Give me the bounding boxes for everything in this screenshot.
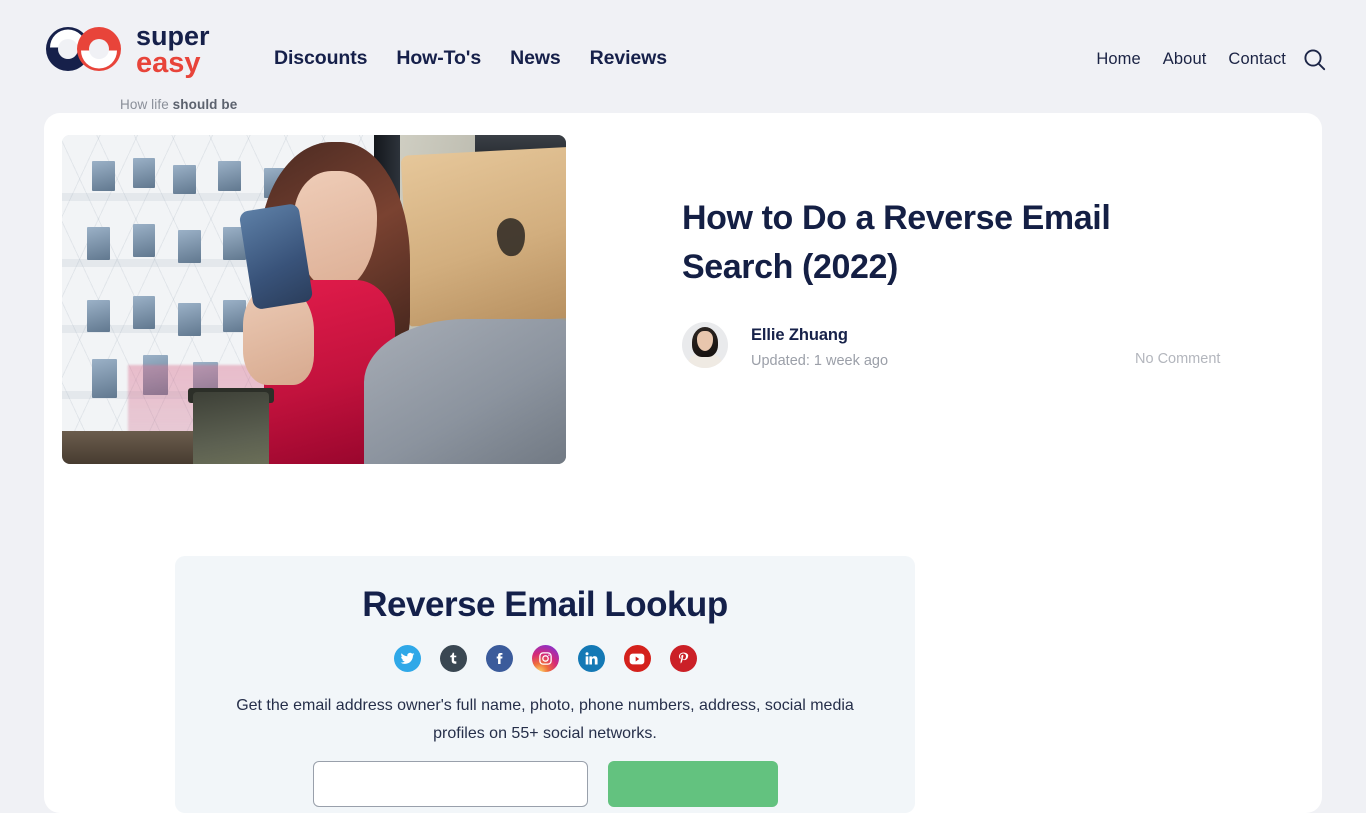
nav-item-how-tos[interactable]: How-To's	[396, 45, 481, 72]
nav-item-contact[interactable]: Contact	[1228, 48, 1286, 70]
pinterest-icon[interactable]	[669, 645, 697, 672]
social-network-icons	[175, 645, 915, 672]
lookup-description: Get the email address owner's full name,…	[236, 697, 854, 742]
logo-wordmark: super easy	[136, 21, 210, 78]
facebook-icon[interactable]	[485, 645, 513, 672]
page-title: How to Do a Reverse Email Search (2022)	[682, 199, 1111, 286]
youtube-icon[interactable]	[623, 645, 651, 672]
site-header: super easy How life should be Discounts …	[0, 0, 1366, 113]
hero-person-legs	[364, 319, 566, 464]
nav-item-news[interactable]: News	[510, 45, 561, 72]
logo-mark-icon	[46, 27, 121, 71]
svg-text:easy: easy	[136, 47, 201, 78]
lookup-title: Reverse Email Lookup	[362, 585, 728, 624]
hero-table	[62, 431, 214, 464]
reverse-email-lookup-widget: Reverse Email Lookup Get the email addre…	[175, 556, 915, 813]
comment-count[interactable]: No Comment	[1135, 351, 1220, 367]
hero-coffee-cup	[193, 391, 269, 464]
twitter-icon[interactable]	[393, 645, 421, 672]
article-card: How to Do a Reverse Email Search (2022) …	[44, 113, 1322, 813]
nav-item-about[interactable]: About	[1163, 48, 1207, 70]
apple-logo-icon	[495, 218, 526, 258]
search-icon	[1304, 49, 1326, 71]
tagline-plain: How life	[120, 97, 173, 112]
site-logo[interactable]: super easy How life should be	[40, 20, 255, 112]
author-name[interactable]: Ellie Zhuang	[751, 326, 848, 345]
nav-item-discounts[interactable]: Discounts	[274, 45, 367, 72]
article-byline: Ellie Zhuang Updated: 1 week ago No Comm…	[682, 322, 1282, 372]
author-avatar[interactable]	[682, 322, 728, 368]
search-button[interactable]	[1302, 47, 1328, 73]
updated-timestamp: Updated: 1 week ago	[751, 353, 889, 369]
article-hero-image	[62, 135, 566, 464]
instagram-icon[interactable]	[531, 645, 559, 672]
nav-item-reviews[interactable]: Reviews	[590, 45, 667, 72]
hero-laptop	[400, 146, 566, 328]
primary-navigation: Discounts How-To's News Reviews	[274, 45, 667, 72]
logo-tagline: How life should be	[120, 97, 237, 112]
nav-item-home[interactable]: Home	[1096, 48, 1140, 70]
linkedin-icon[interactable]	[577, 645, 605, 672]
tagline-bold: should be	[172, 97, 238, 112]
tumblr-icon[interactable]	[439, 645, 467, 672]
secondary-navigation: Home About Contact	[1096, 48, 1286, 70]
avatar-face	[697, 331, 713, 351]
